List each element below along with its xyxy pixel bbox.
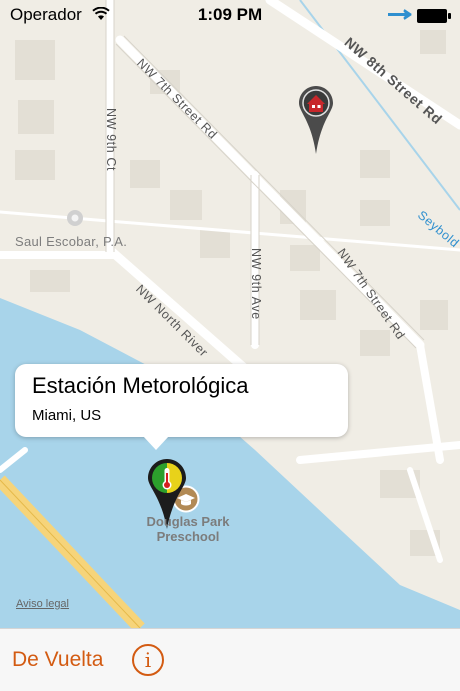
poi-marker-icon: [67, 210, 83, 226]
battery-icon: [386, 8, 452, 29]
callout-subtitle: Miami, US: [32, 407, 102, 424]
street-label-nw9thave: NW 9th Ave: [249, 248, 263, 320]
back-button[interactable]: De Vuelta: [12, 648, 103, 672]
callout-title: Estación Metorológica: [32, 373, 249, 398]
street-label-nw9thct: NW 9th Ct: [104, 108, 118, 172]
map-callout[interactable]: Estación Metorológica Miami, US: [15, 364, 348, 450]
poi-label[interactable]: Saul Escobar, P.A.: [15, 234, 127, 249]
info-button[interactable]: i: [132, 644, 164, 676]
school-label[interactable]: Douglas Park Preschool: [128, 514, 248, 544]
bottom-toolbar: De Vuelta i: [0, 628, 460, 691]
status-bar: Operador 1:09 PM: [0, 0, 460, 30]
legal-link[interactable]: Aviso legal: [16, 598, 69, 610]
